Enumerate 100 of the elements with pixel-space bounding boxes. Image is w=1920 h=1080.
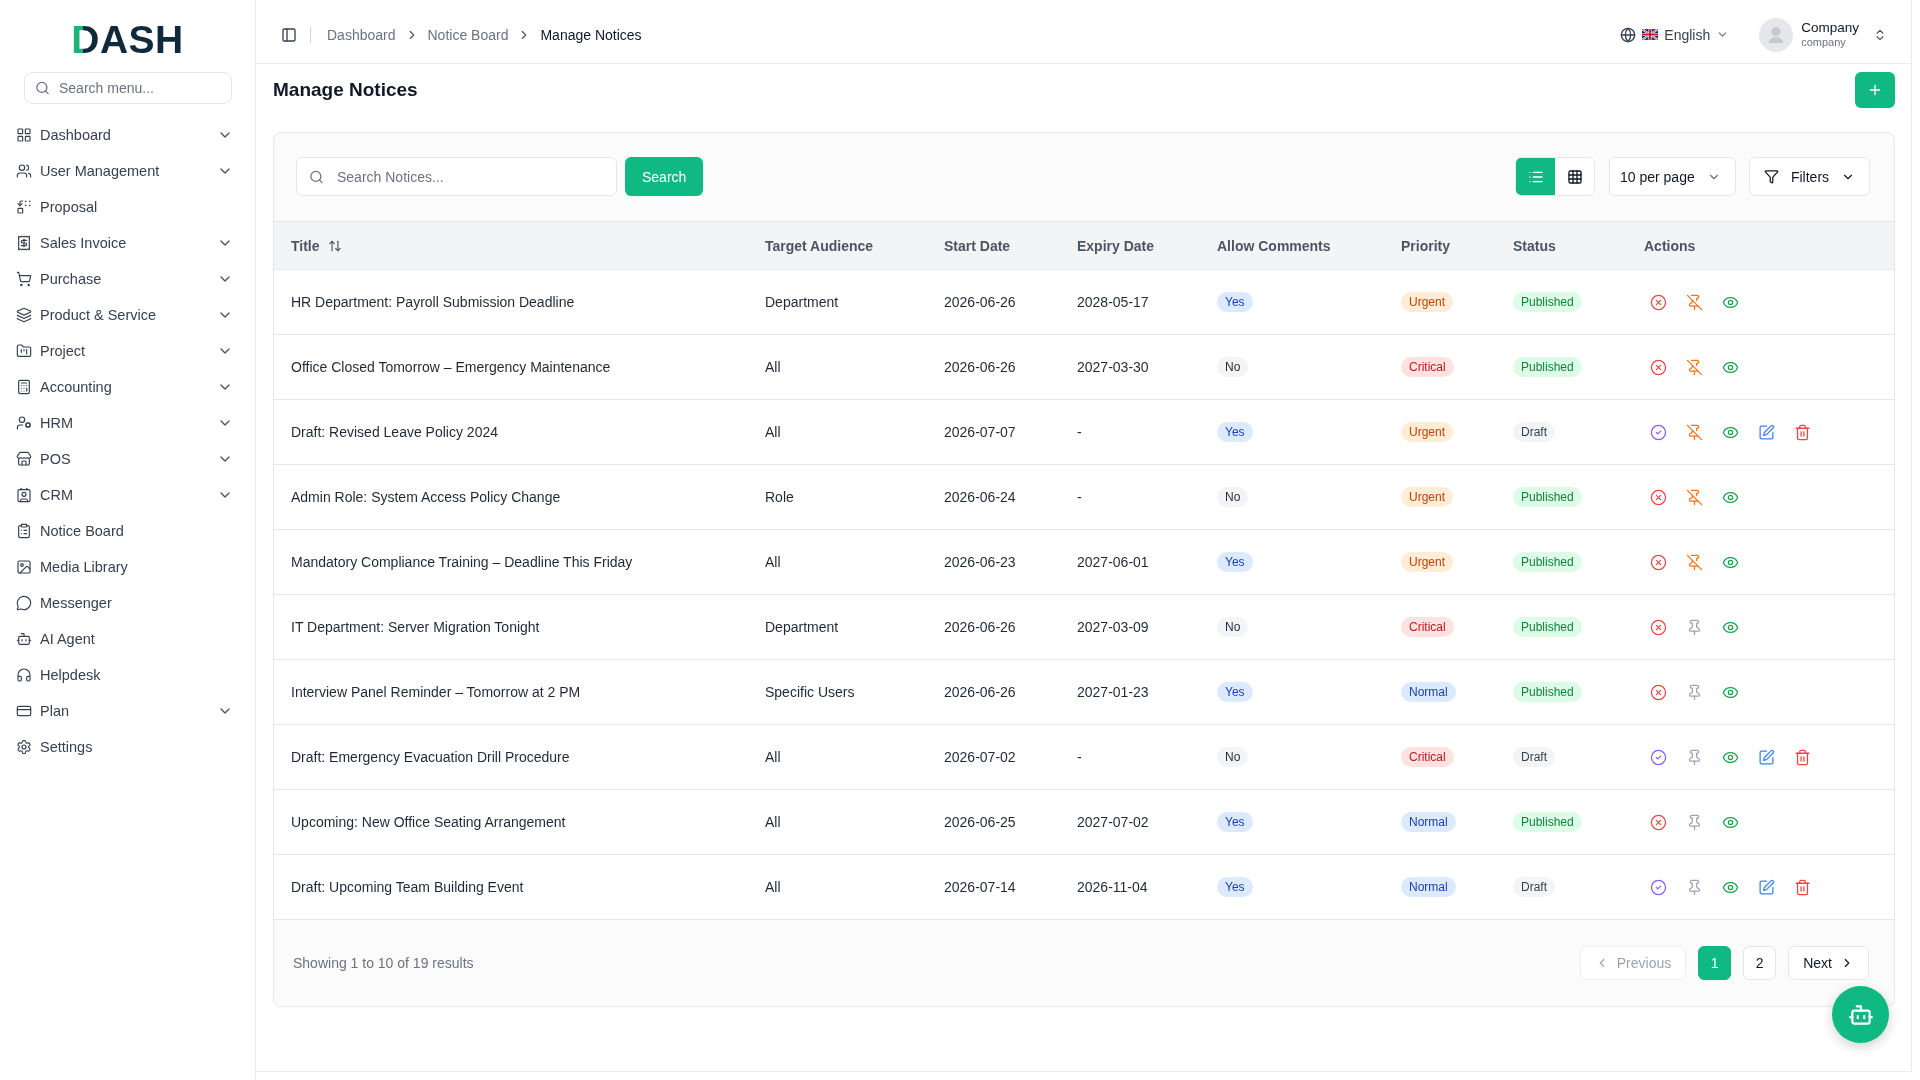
pin-icon[interactable] [1686,878,1703,896]
x-circle-icon[interactable] [1650,618,1667,636]
sidebar-item[interactable]: Messenger [0,585,255,621]
breadcrumb-link[interactable]: Dashboard [327,26,396,43]
pencil-square-icon[interactable] [1758,748,1775,766]
status-badge: Published [1513,292,1582,312]
status-badge: Draft [1513,422,1555,442]
notice-title: Draft: Revised Leave Policy 2024 [291,424,498,440]
sidebar-item[interactable]: Project [0,333,255,369]
priority-badge: Critical [1401,617,1454,637]
pencil-square-icon[interactable] [1758,423,1775,441]
sidebar-item[interactable]: POS [0,441,255,477]
trash-icon[interactable] [1794,878,1811,896]
contact-card-icon [16,487,32,503]
x-circle-icon[interactable] [1650,683,1667,701]
pin-off-icon[interactable] [1686,293,1703,311]
sidebar-item[interactable]: CRM [0,477,255,513]
sidebar-item[interactable]: Proposal [0,189,255,225]
filter-icon [1764,169,1779,184]
comments-badge: No [1217,357,1249,377]
sort-icon[interactable] [327,238,342,253]
sidebar-item[interactable]: AI Agent [0,621,255,657]
search-field[interactable]: Search Notices... [296,157,617,196]
x-circle-icon[interactable] [1650,553,1667,571]
language-selector[interactable]: English [1616,22,1734,47]
notice-title: Draft: Emergency Evacuation Drill Procedure [291,749,570,765]
users-icon [16,163,32,179]
user-menu[interactable]: Company company [1757,15,1889,54]
x-circle-icon[interactable] [1650,293,1667,311]
notice-title: IT Department: Server Migration Tonight [291,619,540,635]
sidebar-item[interactable]: Accounting [0,369,255,405]
sidebar-item[interactable]: User Management [0,153,255,189]
x-circle-icon[interactable] [1650,488,1667,506]
pin-icon[interactable] [1686,683,1703,701]
x-circle-icon[interactable] [1650,813,1667,831]
column-header: Allow Comments [1217,237,1331,254]
pin-icon[interactable] [1686,618,1703,636]
per-page-select[interactable]: 10 per page [1609,157,1736,196]
next-button[interactable]: Next [1788,946,1869,980]
sidebar-item[interactable]: Product & Service [0,297,255,333]
check-circle-icon[interactable] [1650,878,1667,896]
store-icon [16,451,32,467]
plus-icon [1867,82,1883,98]
page-title: Manage Notices [273,79,418,101]
sidebar-item[interactable]: Helpdesk [0,657,255,693]
priority-badge: Critical [1401,747,1454,767]
column-header: Title [291,237,320,254]
check-circle-icon[interactable] [1650,748,1667,766]
comments-badge: Yes [1217,292,1253,312]
notice-title: Upcoming: New Office Seating Arrangement [291,814,566,830]
target-audience: Specific Users [765,684,855,700]
start-date: 2026-06-26 [944,619,1016,635]
receipt-icon [16,235,32,251]
pin-icon[interactable] [1686,813,1703,831]
page-button[interactable]: 2 [1743,946,1777,980]
trash-icon[interactable] [1794,423,1811,441]
sidebar-item[interactable]: Plan [0,693,255,729]
target-audience: All [765,554,781,570]
column-header: Start Date [944,237,1011,254]
sidebar-item[interactable]: Purchase [0,261,255,297]
check-circle-icon[interactable] [1650,423,1667,441]
sidebar-item[interactable]: Notice Board [0,513,255,549]
target-audience: Department [765,619,839,635]
sidebar-item[interactable]: Dashboard [0,117,255,153]
search-icon [309,169,324,184]
pin-off-icon[interactable] [1686,553,1703,571]
pin-off-icon[interactable] [1686,488,1703,506]
x-circle-icon[interactable] [1650,358,1667,376]
sidebar-item[interactable]: HRM [0,405,255,441]
priority-badge: Normal [1401,812,1456,832]
breadcrumb-link[interactable]: Notice Board [427,26,509,43]
priority-badge: Normal [1401,682,1456,702]
comments-badge: Yes [1217,682,1253,702]
filters-button[interactable]: Filters [1749,157,1870,196]
globe-icon [1620,26,1637,43]
start-date: 2026-06-24 [944,489,1016,505]
trash-icon[interactable] [1794,748,1811,766]
target-audience: All [765,879,781,895]
column-header: Expiry Date [1077,237,1155,254]
headphones-icon [16,667,32,683]
status-badge: Published [1513,487,1582,507]
add-button[interactable] [1855,72,1895,108]
robot-icon [16,631,32,647]
expiry-date: 2026-11-04 [1077,879,1148,895]
pencil-square-icon[interactable] [1758,878,1775,896]
pin-icon[interactable] [1686,748,1703,766]
sidebar-item[interactable]: Sales Invoice [0,225,255,261]
sidebar-item[interactable]: Media Library [0,549,255,585]
sidebar-item[interactable]: Settings [0,729,255,765]
expiry-date: - [1077,749,1082,765]
comments-badge: No [1217,617,1249,637]
pin-off-icon[interactable] [1686,423,1703,441]
expiry-date: - [1077,489,1082,505]
expiry-date: 2027-07-02 [1077,814,1149,830]
search-field[interactable]: Search menu... [24,72,232,104]
priority-badge: Urgent [1401,422,1454,442]
calculator-icon [16,379,32,395]
notice-title: Office Closed Tomorrow – Emergency Maintenance [291,359,611,375]
pin-off-icon[interactable] [1686,358,1703,376]
target-audience: All [765,814,781,830]
